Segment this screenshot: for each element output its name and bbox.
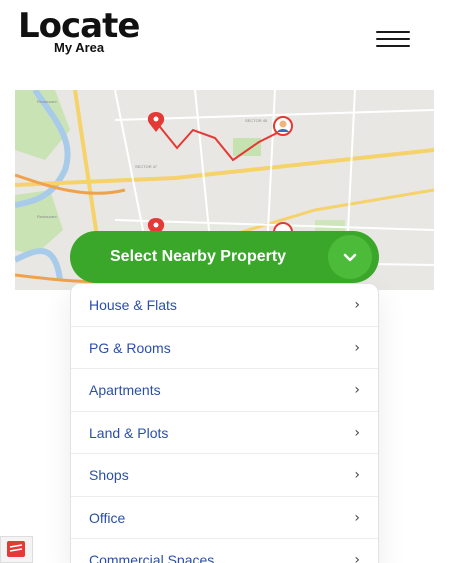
dropdown-item-apartments[interactable]: Apartments › xyxy=(71,369,378,412)
dropdown-item-label: Shops xyxy=(89,467,129,483)
map-label: Restaurant xyxy=(37,99,57,104)
dropdown-item-house-flats[interactable]: House & Flats › xyxy=(71,284,378,327)
dropdown-item-office[interactable]: Office › xyxy=(71,497,378,539)
chevron-right-icon: › xyxy=(354,424,360,441)
chevron-right-icon: › xyxy=(354,467,360,483)
dropdown-item-land-plots[interactable]: Land & Plots › xyxy=(71,412,378,454)
menu-bar xyxy=(376,31,410,33)
menu-bar xyxy=(376,38,410,40)
map-label: SECTOR 47 xyxy=(135,164,158,169)
hamburger-icon[interactable] xyxy=(376,31,410,49)
dropdown-item-commercial-spaces[interactable]: Commercial Spaces › xyxy=(71,539,378,563)
map-label: Restaurant xyxy=(37,214,57,219)
logo-subtitle: My Area xyxy=(54,40,105,55)
chevron-right-icon: › xyxy=(354,297,360,313)
map-label: SECTOR 45 xyxy=(245,118,268,123)
property-type-dropdown: House & Flats › PG & Rooms › Apartments … xyxy=(70,283,379,563)
dropdown-item-label: Land & Plots xyxy=(89,424,169,441)
dropdown-item-label: Office xyxy=(89,509,126,526)
dropdown-item-label: Apartments xyxy=(89,382,161,398)
chevron-right-icon: › xyxy=(354,339,360,356)
dropdown-item-label: PG & Rooms xyxy=(89,339,171,356)
menu-bar xyxy=(376,45,410,47)
chevron-right-icon: › xyxy=(354,552,360,563)
chevron-right-icon: › xyxy=(354,382,360,398)
badge-glyph xyxy=(7,541,25,557)
logo[interactable]: Locate My Area xyxy=(18,6,158,56)
dropdown-item-shops[interactable]: Shops › xyxy=(71,454,378,497)
user-marker-icon xyxy=(273,116,293,136)
select-nearby-property-button[interactable]: Select Nearby Property xyxy=(70,231,379,283)
chevron-down-icon[interactable] xyxy=(328,235,372,279)
chevron-down-glyph xyxy=(343,253,357,262)
dropdown-item-label: Commercial Spaces xyxy=(89,552,215,563)
dropdown-item-label: House & Flats xyxy=(89,297,177,313)
recaptcha-badge-icon[interactable] xyxy=(0,536,33,563)
select-button-label: Select Nearby Property xyxy=(110,248,287,265)
chevron-right-icon: › xyxy=(354,509,360,526)
dropdown-item-pg-rooms[interactable]: PG & Rooms › xyxy=(71,327,378,369)
